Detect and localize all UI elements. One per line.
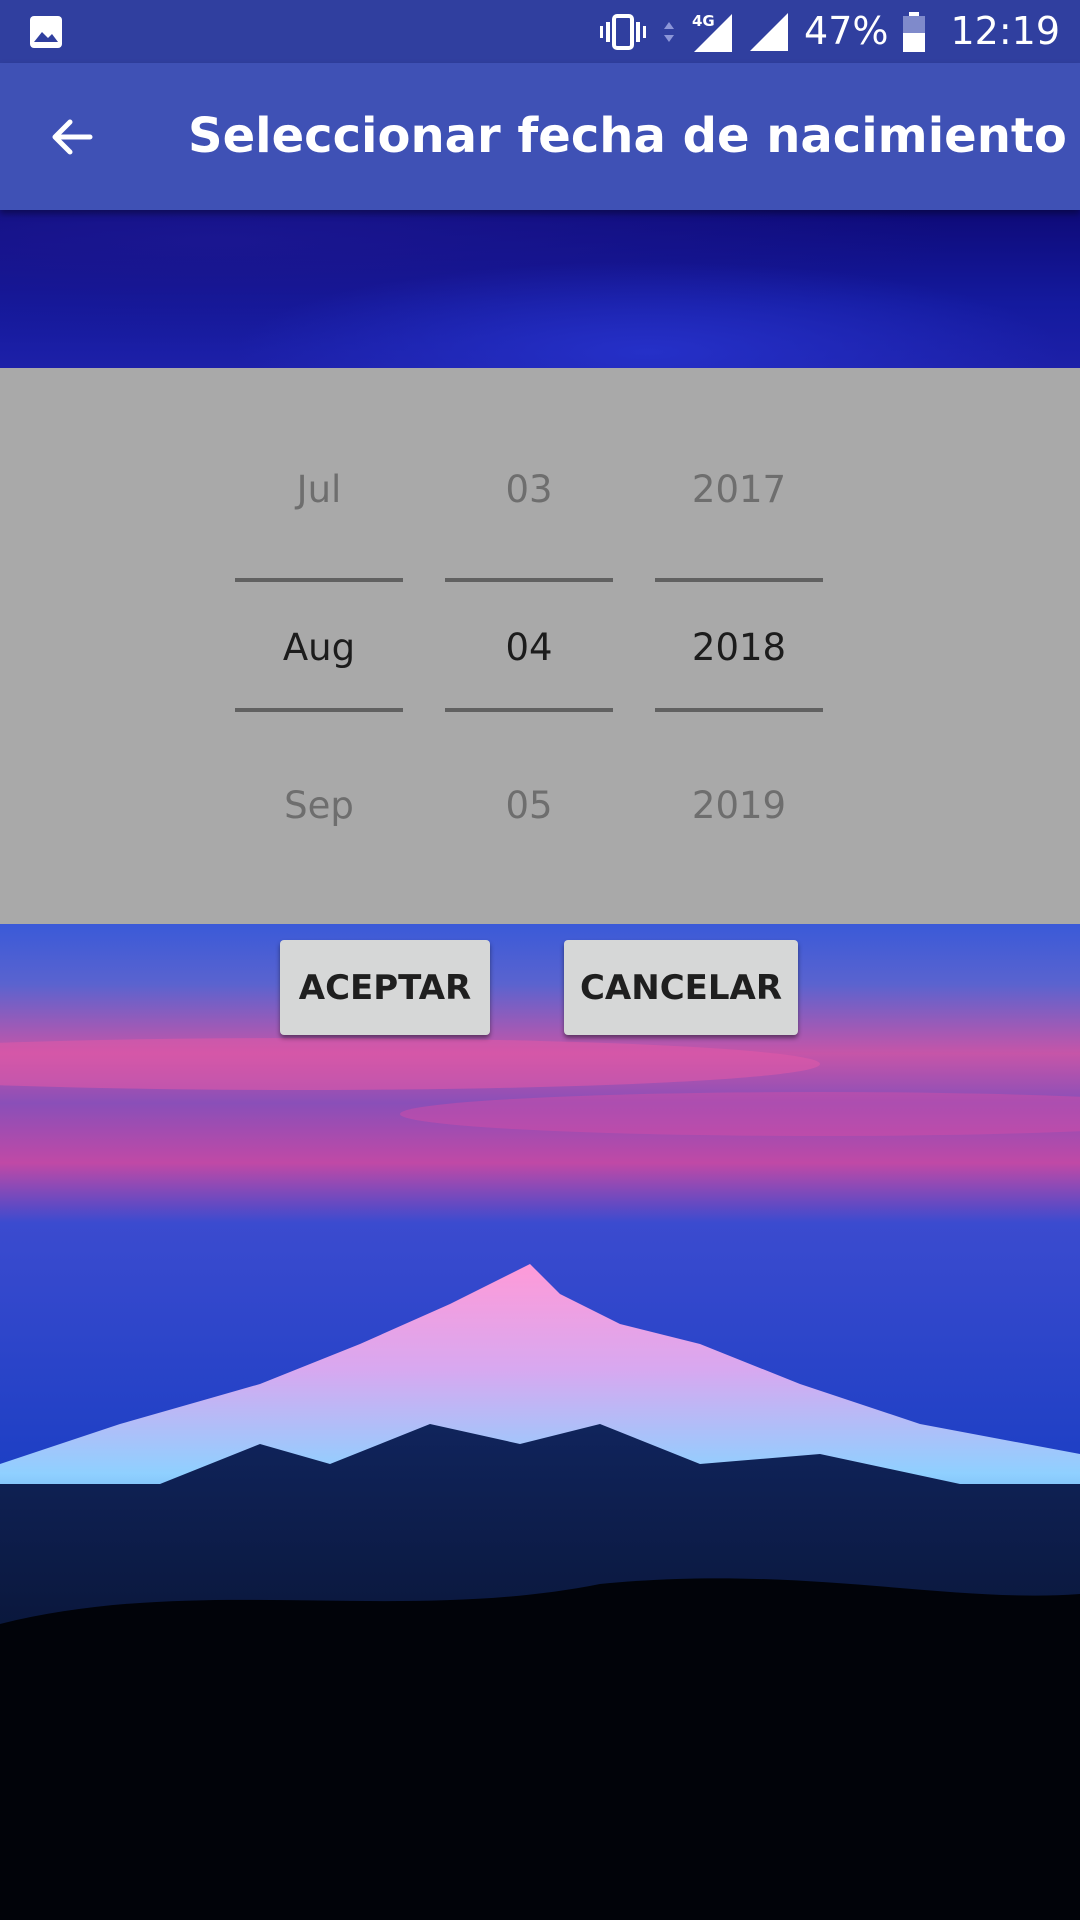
page-title: Seleccionar fecha de nacimiento — [188, 108, 1067, 164]
day-next[interactable]: 05 — [445, 766, 613, 846]
background-image-mountain — [0, 924, 1080, 1920]
year-divider-bottom — [655, 708, 823, 712]
year-selected[interactable]: 2018 — [655, 608, 823, 688]
back-button[interactable] — [36, 101, 108, 173]
day-prev[interactable]: 03 — [445, 450, 613, 530]
cancel-button[interactable]: CANCELAR — [564, 940, 798, 1035]
year-picker[interactable]: 2017 2018 2019 — [655, 368, 823, 924]
year-prev[interactable]: 2017 — [655, 450, 823, 530]
month-next[interactable]: Sep — [235, 766, 403, 846]
status-icons: 4G 47% 12:19 — [598, 0, 1060, 63]
screen: 4G 47% 12:19 Seleccionar fecha de nacimi… — [0, 0, 1080, 1920]
year-next[interactable]: 2019 — [655, 766, 823, 846]
image-icon — [30, 16, 62, 48]
app-bar: Seleccionar fecha de nacimiento — [0, 63, 1080, 210]
signal-icon — [750, 12, 789, 51]
month-picker[interactable]: Jul Aug Sep — [235, 368, 403, 924]
data-arrows-icon — [664, 21, 675, 42]
status-bar: 4G 47% 12:19 — [0, 0, 1080, 63]
year-divider-top — [655, 578, 823, 582]
battery-percent: 47% — [804, 9, 889, 53]
background-image-top — [0, 210, 1080, 368]
vibrate-icon — [600, 13, 647, 50]
month-prev[interactable]: Jul — [235, 450, 403, 530]
month-divider-bottom — [235, 708, 403, 712]
day-divider-top — [445, 578, 613, 582]
day-divider-bottom — [445, 708, 613, 712]
month-divider-top — [235, 578, 403, 582]
svg-text:4G: 4G — [692, 12, 715, 30]
clock: 12:19 — [950, 9, 1060, 53]
day-picker[interactable]: 03 04 05 — [445, 368, 613, 924]
month-selected[interactable]: Aug — [235, 608, 403, 688]
day-selected[interactable]: 04 — [445, 608, 613, 688]
signal-4g-icon: 4G — [692, 12, 733, 52]
date-picker: Jul Aug Sep 03 04 05 2017 2018 2019 — [0, 368, 1080, 924]
arrow-back-icon — [52, 119, 93, 155]
battery-icon — [903, 11, 926, 52]
accept-button[interactable]: ACEPTAR — [280, 940, 490, 1035]
